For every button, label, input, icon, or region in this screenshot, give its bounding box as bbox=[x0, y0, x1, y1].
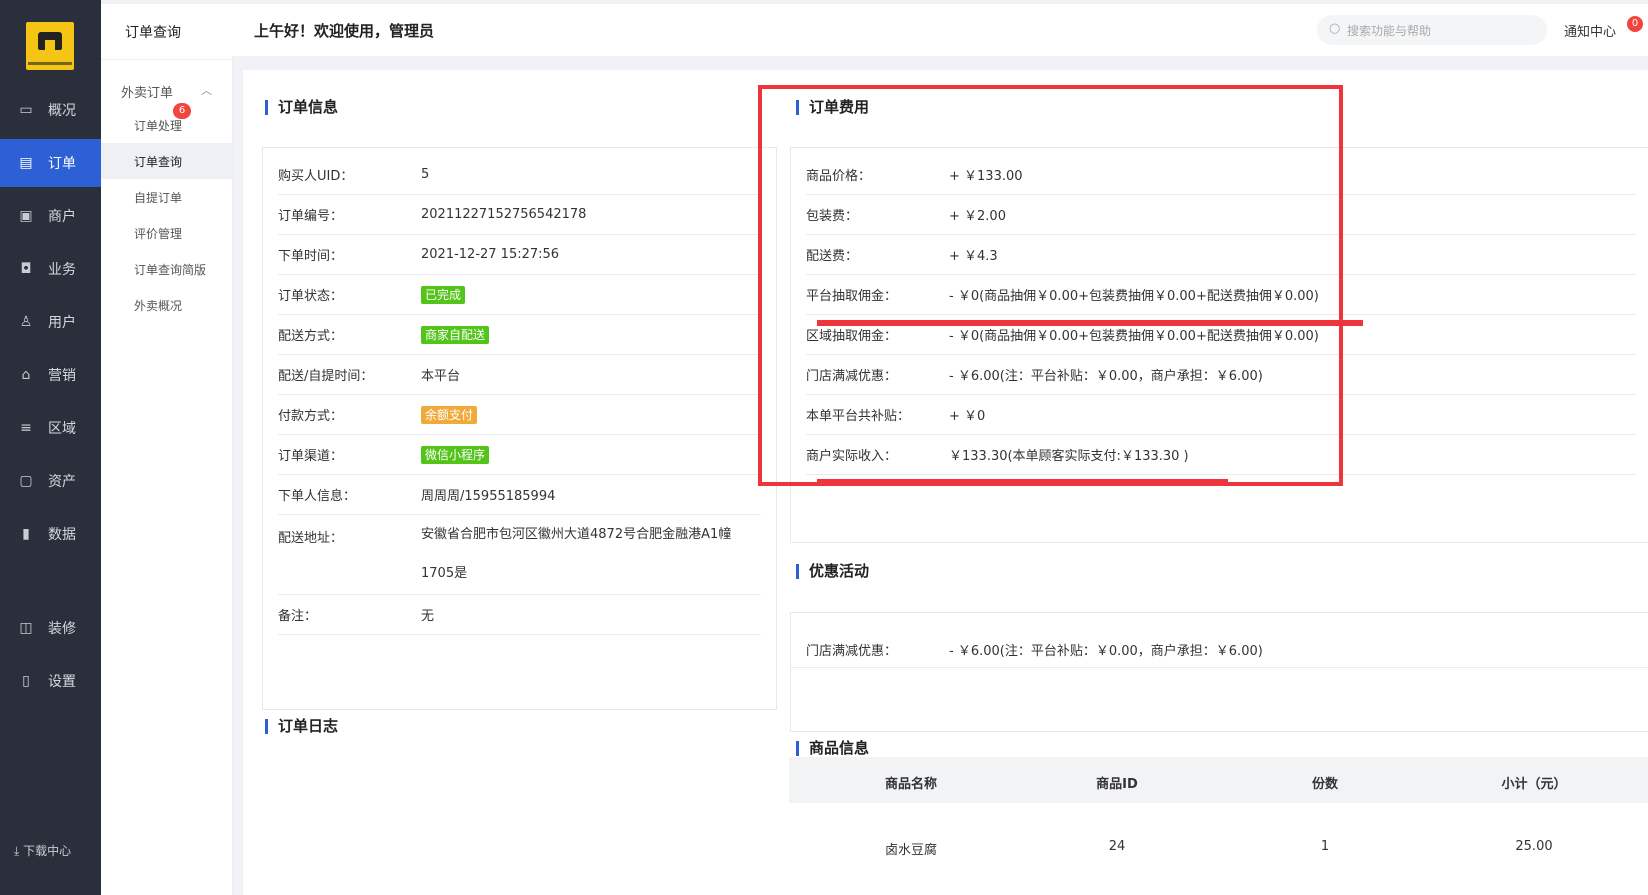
column-header: 商品名称 bbox=[884, 777, 937, 792]
goods-table-header: 商品名称 商品ID 份数 小计（元） bbox=[789, 757, 1648, 803]
info-row-address: 配送地址： 安徽省合肥市包河区徽州大道4872号合肥金融港A1幢 1705是 bbox=[278, 515, 761, 595]
subnav-item-reviews[interactable]: 评价管理 bbox=[101, 215, 232, 251]
logo[interactable] bbox=[26, 22, 74, 70]
column-header: 份数 bbox=[1311, 777, 1338, 792]
bag-icon: ◫ bbox=[19, 620, 33, 636]
nav-item-region[interactable]: ≡ 区域 bbox=[0, 404, 101, 452]
delivery-badge: 商家自配送 bbox=[421, 325, 490, 344]
subnav-item-order-process[interactable]: 订单处理 bbox=[101, 107, 232, 143]
nav-item-decorate[interactable]: ◫ 装修 bbox=[0, 604, 101, 652]
section-title-promotions: 优惠活动 bbox=[796, 564, 869, 579]
nav-item-settings[interactable]: ▯ 设置 bbox=[0, 657, 101, 705]
info-row: 付款方式： 余额支付 bbox=[278, 395, 761, 435]
highlight-underline bbox=[817, 479, 1228, 485]
info-row: 下单时间： 2021-12-27 15:27:56 bbox=[278, 235, 761, 275]
payment-badge: 余额支付 bbox=[421, 405, 478, 424]
section-title-goods: 商品信息 bbox=[796, 741, 869, 756]
notification-badge: 0 bbox=[1627, 16, 1643, 32]
nav-item-users[interactable]: ♙ 用户 bbox=[0, 298, 101, 346]
download-center[interactable]: ⤓ 下载中心 bbox=[14, 842, 71, 859]
promo-row: 门店满减优惠： - ￥6.00(注：平台补贴：￥0.00，商户承担：￥6.00) bbox=[806, 643, 1263, 659]
store-logo-icon bbox=[38, 32, 62, 50]
info-row: 订单编号： 20211227152756542178 bbox=[278, 195, 761, 235]
subnav-item-takeout-overview[interactable]: 外卖概况 bbox=[101, 287, 232, 323]
monitor-icon: ▭ bbox=[19, 102, 33, 118]
section-title-order-info: 订单信息 bbox=[265, 100, 338, 115]
info-row: 配送/自提时间： 本平台 bbox=[278, 355, 761, 395]
download-icon: ⤓ bbox=[14, 844, 20, 858]
subnav-item-order-query-lite[interactable]: 订单查询简版 bbox=[101, 251, 232, 287]
promotions-box: 门店满减优惠： - ￥6.00(注：平台补贴：￥0.00，商户承担：￥6.00) bbox=[790, 612, 1648, 732]
store-icon: ▣ bbox=[19, 208, 33, 224]
main-sidebar: ▭ 概况 ▤ 订单 ▣ 商户 ◘ 业务 ♙ 用户 ⌂ 营销 ≡ 区域 ▢ 资产 ▮ 数据 ◫ 装修 … bbox=[0, 0, 101, 895]
wallet-icon: ▢ bbox=[19, 473, 33, 489]
nav-item-merchants[interactable]: ▣ 商户 bbox=[0, 192, 101, 240]
search-input[interactable]: ○ 搜索功能与帮助 bbox=[1317, 15, 1547, 45]
nav-item-overview[interactable]: ▭ 概况 bbox=[0, 86, 101, 134]
top-header: 上午好！欢迎使用，管理员 ○ 搜索功能与帮助 通知中心 0 bbox=[232, 4, 1648, 56]
channel-badge: 微信小程序 bbox=[421, 445, 490, 464]
database-icon: ≡ bbox=[20, 420, 32, 436]
greeting: 上午好！欢迎使用，管理员 bbox=[254, 22, 435, 40]
nav-item-marketing[interactable]: ⌂ 营销 bbox=[0, 351, 101, 399]
subnav-item-pickup-orders[interactable]: 自提订单 bbox=[101, 179, 232, 215]
table-row: 卤水豆腐 24 1 25.00 bbox=[884, 839, 1553, 858]
subnav-title: 订单查询 bbox=[125, 25, 181, 41]
bar-chart-icon: ▮ bbox=[22, 526, 30, 542]
info-row: 订单状态： 已完成 bbox=[278, 275, 761, 315]
column-header: 小计（元） bbox=[1501, 777, 1567, 792]
search-icon: ○ bbox=[1329, 21, 1341, 36]
user-icon: ♙ bbox=[19, 314, 33, 330]
subnav-group-takeout[interactable]: 外卖订单 bbox=[121, 82, 173, 101]
notification-center[interactable]: 通知中心 bbox=[1564, 21, 1616, 40]
info-row: 备注：无 bbox=[278, 595, 761, 635]
document-icon: ▤ bbox=[19, 155, 33, 171]
status-badge: 已完成 bbox=[421, 285, 466, 304]
settings-icon: ▯ bbox=[22, 673, 30, 689]
nav-item-data[interactable]: ▮ 数据 bbox=[0, 510, 101, 558]
business-icon: ◘ bbox=[20, 261, 32, 277]
order-count-badge: 6 bbox=[173, 103, 191, 119]
nav-item-business[interactable]: ◘ 业务 bbox=[0, 245, 101, 293]
sub-sidebar: 订单查询 外卖订单 ︿ 订单处理 6 订单查询 自提订单 评价管理 订单查询简版… bbox=[101, 4, 233, 895]
marketing-icon: ⌂ bbox=[21, 367, 31, 383]
chevron-up-icon[interactable]: ︿ bbox=[201, 82, 212, 98]
info-row: 订单渠道： 微信小程序 bbox=[278, 435, 761, 475]
section-title-order-log: 订单日志 bbox=[265, 719, 338, 734]
info-row: 配送方式： 商家自配送 bbox=[278, 315, 761, 355]
highlight-underline bbox=[817, 320, 1363, 326]
nav-item-orders[interactable]: ▤ 订单 bbox=[0, 139, 101, 187]
highlight-frame bbox=[758, 85, 1343, 486]
nav-item-assets[interactable]: ▢ 资产 bbox=[0, 457, 101, 505]
column-header: 商品ID bbox=[1096, 777, 1138, 792]
info-row: 购买人UID： 5 bbox=[278, 155, 761, 195]
subnav-item-order-query[interactable]: 订单查询 bbox=[101, 143, 232, 179]
order-info-box: 购买人UID： 5 订单编号： 20211227152756542178 下单时间：… bbox=[262, 147, 777, 710]
info-row: 下单人信息： 周周周/15955185994 bbox=[278, 475, 761, 515]
